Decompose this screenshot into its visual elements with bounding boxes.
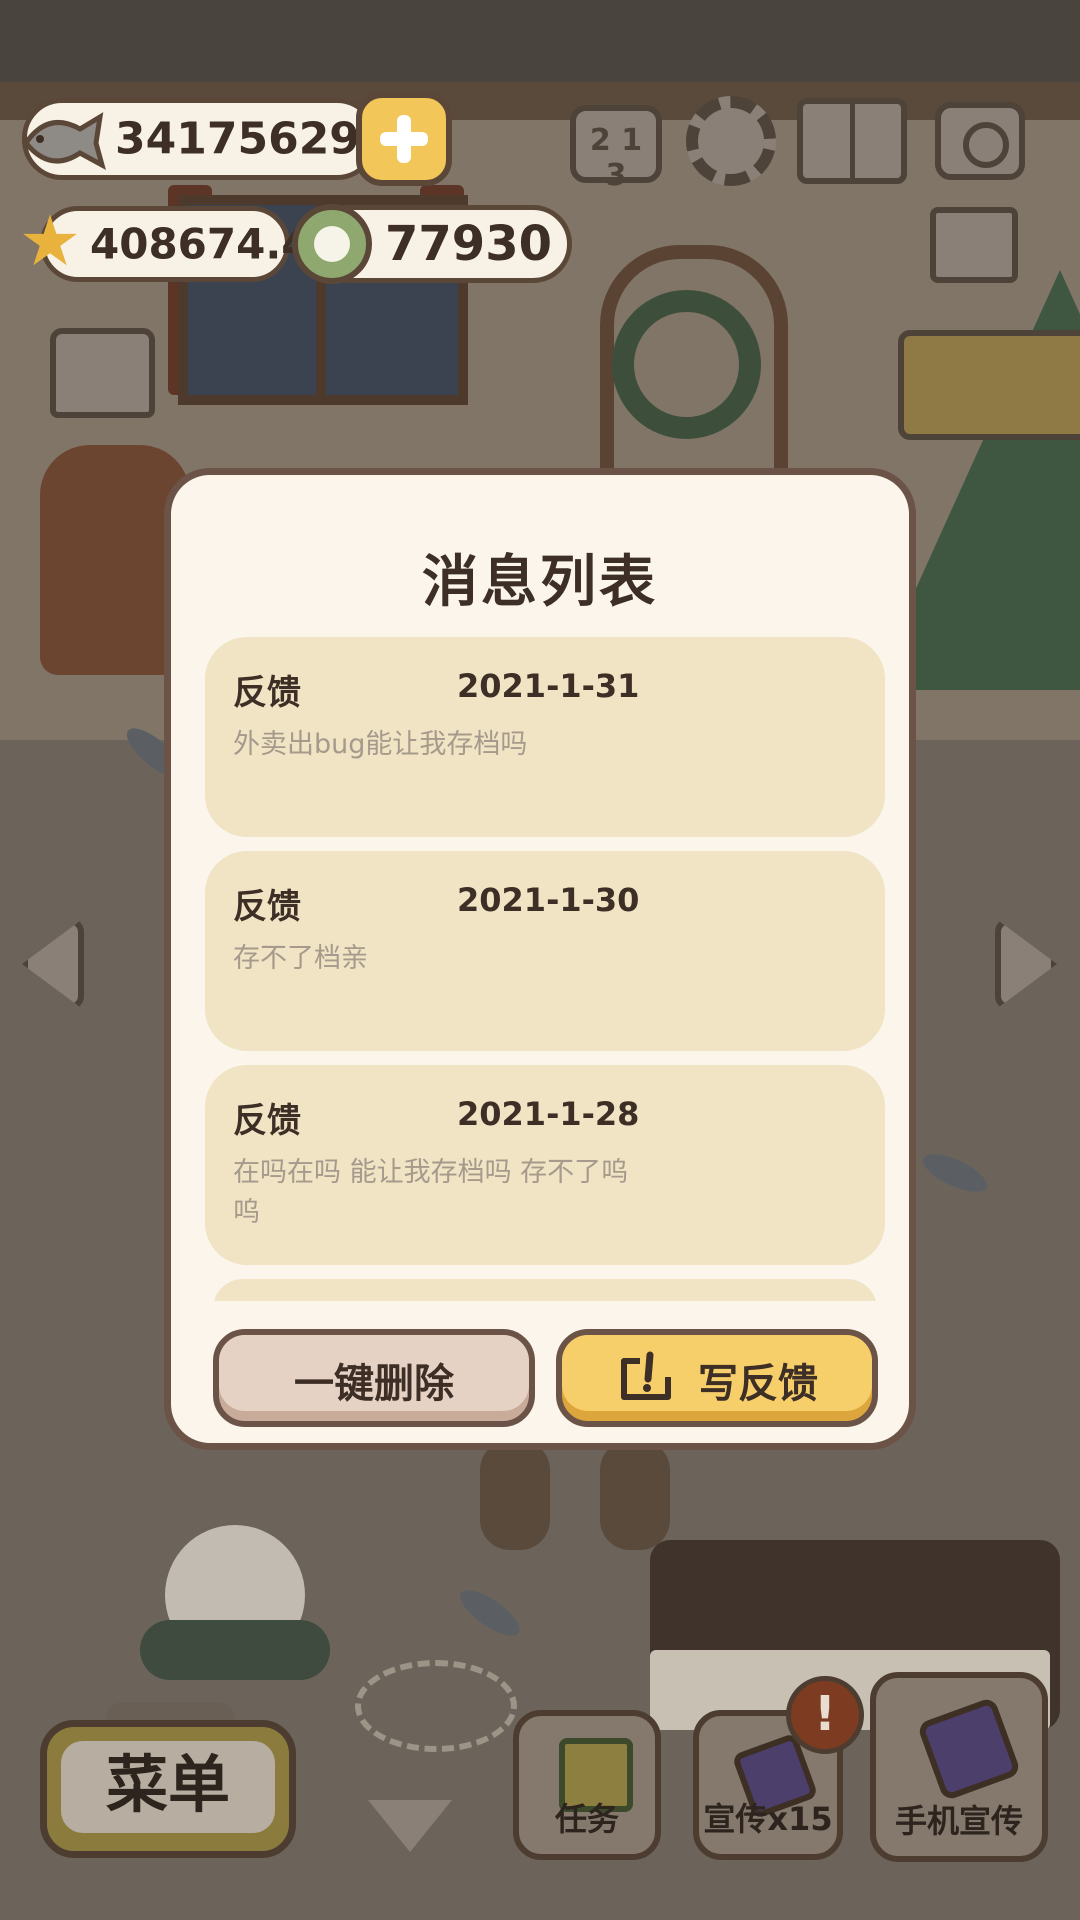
message-text: 外卖出bug能让我存档吗 [233, 729, 528, 760]
ranking-icon[interactable]: 2 1 3 [570, 105, 662, 193]
feedback-icon [621, 1351, 671, 1400]
camera-icon[interactable] [935, 102, 1025, 180]
message-date: 2021-1-31 [457, 667, 640, 705]
coin-icon [292, 204, 372, 284]
add-fish-button[interactable] [356, 92, 452, 186]
message-type: 反馈 [233, 1101, 301, 1141]
rug [355, 1660, 517, 1752]
message-list[interactable]: 反馈 2021-1-31 外卖出bug能让我存档吗 反馈 2021-1-30 存… [205, 637, 885, 1301]
menu-button[interactable]: 菜单 [40, 1720, 296, 1858]
phone-promo-button[interactable]: 手机宣传 [870, 1672, 1048, 1862]
promo-button-label: 宣传x15 [703, 1800, 833, 1838]
message-card[interactable]: 反馈 2021-1-30 存不了档亲 [205, 851, 885, 1051]
coin-count: 77930 [385, 216, 552, 272]
ranking-icon-digits: 2 1 3 [589, 123, 643, 193]
phone-icon [916, 1696, 1022, 1802]
message-type: 反馈 [233, 887, 301, 927]
star-count: 408674.4 [90, 219, 311, 269]
gear-icon[interactable] [686, 96, 776, 186]
message-text: 在吗在吗 能让我存档吗 存不了呜呜 [233, 1157, 629, 1228]
book-icon[interactable] [797, 98, 907, 184]
scene-decoration [480, 1440, 550, 1550]
delete-all-button[interactable]: 一键删除 [213, 1329, 535, 1427]
phone-promo-button-label: 手机宣传 [894, 1802, 1023, 1840]
event-banner[interactable] [898, 330, 1080, 440]
delete-all-label: 一键删除 [294, 1361, 454, 1407]
message-card[interactable]: 反馈 2021-1-28 在吗在吗 能让我存档吗 存不了呜呜 [205, 1065, 885, 1265]
message-type: 反馈 [233, 673, 301, 713]
menu-button-label: 菜单 [61, 1741, 275, 1833]
shop-icon[interactable] [50, 328, 155, 418]
star-icon: ★ [18, 200, 82, 282]
snowman-scarf [140, 1620, 330, 1680]
scene-decoration [600, 1440, 670, 1550]
dialog-title: 消息列表 [422, 550, 658, 615]
fish-icon [22, 112, 106, 171]
message-date: 2021-1-30 [457, 881, 640, 919]
ceiling [0, 0, 1080, 90]
message-text: 存不了档亲 [233, 943, 368, 974]
task-button-label: 任务 [554, 1800, 619, 1838]
task-button[interactable]: 任务 [513, 1710, 661, 1860]
write-feedback-label: 写反馈 [698, 1361, 818, 1407]
newspaper-icon[interactable] [930, 207, 1018, 283]
alert-badge: ! [786, 1676, 864, 1754]
message-card-partial[interactable] [213, 1279, 877, 1301]
wreath [612, 290, 761, 439]
message-date: 2021-1-28 [457, 1095, 640, 1133]
write-feedback-button[interactable]: 写反馈 [556, 1329, 878, 1427]
message-list-dialog: 消息列表 反馈 2021-1-31 外卖出bug能让我存档吗 反馈 2021-1… [164, 468, 916, 1450]
message-card[interactable]: 反馈 2021-1-31 外卖出bug能让我存档吗 [205, 637, 885, 837]
